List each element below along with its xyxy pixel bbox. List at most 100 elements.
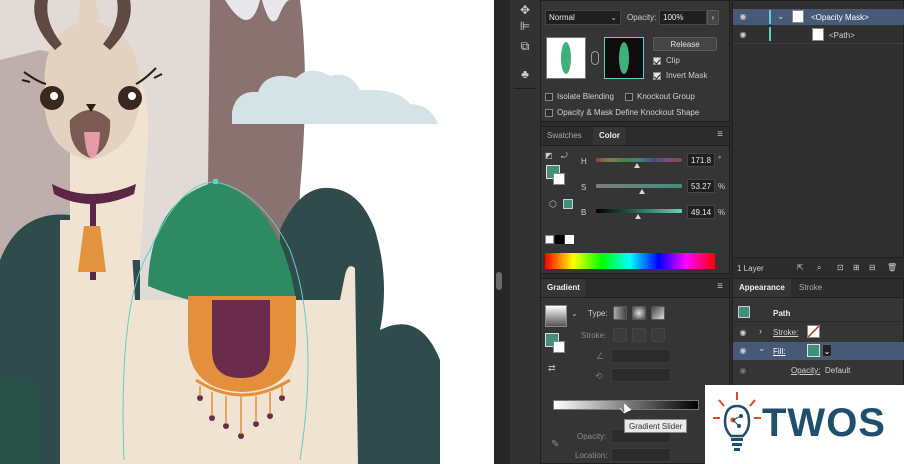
new-layer-icon[interactable]: ⊟ (869, 263, 876, 272)
radial-gradient-button[interactable] (632, 306, 646, 320)
brightness-input[interactable]: 49.14 (687, 205, 715, 219)
stroke-along-button (632, 328, 646, 342)
release-button[interactable]: Release (653, 37, 717, 51)
chevron-down-icon[interactable]: ⌄ (571, 309, 578, 318)
transparency-panel: Normal ⌄ Opacity: 100% › Release Clip In… (540, 0, 730, 122)
export-icon[interactable]: ⇱ (797, 263, 804, 272)
appearance-tabbar: Appearance Stroke (733, 279, 903, 298)
invert-mask-label: Invert Mask (666, 71, 708, 80)
tab-gradient[interactable]: Gradient (541, 279, 586, 297)
tab-color[interactable]: Color (593, 127, 626, 145)
saturation-slider[interactable] (596, 184, 682, 188)
fill-options-button[interactable]: ⌄ (822, 344, 832, 357)
web-safe-swatch[interactable] (563, 199, 573, 209)
chevron-down-icon[interactable]: ⌄ (758, 343, 766, 354)
clip-checkbox[interactable] (653, 57, 661, 65)
hue-slider-thumb[interactable] (634, 163, 641, 168)
brightness-slider-thumb[interactable] (635, 214, 642, 219)
none-swatch-icon[interactable] (545, 235, 554, 244)
chevron-down-icon: ⌄ (823, 347, 831, 356)
default-colors-icon[interactable]: ◩ (545, 151, 553, 160)
isolate-blending-checkbox[interactable] (545, 93, 553, 101)
menu-icon[interactable]: ≡ (715, 130, 725, 140)
brightness-slider[interactable] (596, 209, 682, 213)
mask-icon[interactable]: ⊡ (837, 263, 844, 272)
brightness-label: B (581, 208, 587, 217)
appearance-opacity-label[interactable]: Opacity: (791, 366, 820, 375)
chevron-down-icon[interactable]: ⌄ (777, 11, 785, 22)
layer-thumbnail (792, 10, 804, 23)
opacity-input[interactable]: 100% (659, 10, 707, 25)
opacity-value: 100% (663, 13, 684, 22)
hue-slider[interactable] (596, 158, 682, 162)
artboard-canvas[interactable] (0, 0, 494, 464)
opacity-arrow-button[interactable]: › (707, 10, 719, 25)
trash-icon[interactable]: 🗑 (887, 263, 897, 272)
eye-icon[interactable]: ◉ (738, 347, 748, 355)
angle-icon: ∠ (596, 351, 605, 361)
tab-stroke[interactable]: Stroke (793, 279, 828, 297)
color-spectrum[interactable] (545, 253, 715, 269)
mask-thumbnail[interactable] (604, 37, 644, 79)
symbols-icon[interactable]: ♣ (516, 66, 534, 82)
blend-mode-select[interactable]: Normal ⌄ (545, 10, 621, 25)
knockout-group-label: Knockout Group (637, 92, 695, 101)
object-thumbnail[interactable] (546, 37, 586, 79)
none-swatch-icon[interactable] (553, 173, 565, 185)
opacity-mask-knockout-checkbox[interactable] (545, 109, 553, 117)
eyedropper-icon[interactable]: ✎ (551, 439, 559, 450)
chevron-right-icon[interactable]: › (759, 326, 762, 336)
sublayer-icon[interactable]: ⊞ (853, 263, 860, 272)
linear-gradient-button[interactable] (613, 306, 627, 320)
layers-footer: 1 Layer ⇱ ⌕ ⊡ ⊞ ⊟ 🗑 (733, 257, 904, 278)
menu-icon[interactable]: ≡ (715, 282, 725, 292)
tab-swatches[interactable]: Swatches (541, 127, 588, 145)
watermark-text: TWOS (762, 401, 886, 445)
angle-input (611, 349, 671, 363)
color-tabbar: Swatches Color ≡ (541, 127, 729, 146)
white-swatch[interactable] (565, 235, 574, 244)
gradient-preview[interactable] (545, 305, 567, 327)
tab-appearance[interactable]: Appearance (733, 279, 791, 297)
gamut-icon: ⬡ (549, 199, 557, 209)
align-icon[interactable]: ⊫ (516, 18, 534, 34)
search-icon[interactable]: ⌕ (817, 263, 821, 273)
gradient-location-label: Location: (575, 451, 608, 460)
saturation-slider-thumb[interactable] (638, 189, 645, 194)
none-slash-icon (807, 325, 820, 338)
blend-mode-value: Normal (549, 13, 575, 22)
swap-icon[interactable]: ⤾ (561, 151, 568, 161)
llama-illustration (0, 0, 440, 464)
chevron-right-icon: › (711, 13, 715, 22)
chain-link-icon[interactable] (591, 51, 599, 65)
reverse-gradient-icon[interactable]: ⇄ (548, 363, 556, 374)
layer-color-bar (769, 10, 771, 24)
hue-input[interactable]: 171.8 (687, 153, 715, 167)
eye-icon[interactable]: ◉ (738, 31, 748, 39)
eye-icon[interactable]: ◉ (738, 329, 748, 337)
pathfinder-icon[interactable]: ⧉ (516, 38, 534, 54)
transform-icon[interactable]: ✥ (516, 2, 534, 18)
freeform-gradient-button[interactable] (651, 306, 665, 320)
eye-icon[interactable]: ◉ (738, 13, 748, 21)
layer-row-label: <Path> (829, 31, 855, 40)
fill-color-swatch[interactable] (807, 344, 820, 357)
knockout-group-checkbox[interactable] (625, 93, 633, 101)
black-swatch[interactable] (555, 235, 564, 244)
saturation-value: 53.27 (691, 182, 712, 191)
gradient-opacity-label: Opacity: (577, 432, 607, 441)
appearance-divider (733, 321, 904, 322)
eye-icon[interactable]: ◉ (738, 367, 748, 375)
object-preview-icon (561, 42, 571, 74)
saturation-input[interactable]: 53.27 (687, 179, 715, 193)
layers-panel: ◉ ⌄ <Opacity Mask> ◉ <Path> 1 Layer ⇱ ⌕ … (732, 0, 904, 278)
invert-mask-checkbox[interactable] (653, 72, 661, 80)
twos-watermark: TWOS (705, 385, 904, 464)
fill-attribute-label[interactable]: Fill: (773, 347, 785, 356)
none-swatch-icon[interactable] (553, 341, 565, 353)
stroke-attribute-label[interactable]: Stroke: (773, 328, 798, 337)
scroll-handle[interactable] (496, 272, 502, 290)
object-swatch (738, 306, 750, 318)
none-swatch-icon[interactable] (807, 325, 820, 338)
appearance-opacity-value: Default (825, 366, 851, 375)
